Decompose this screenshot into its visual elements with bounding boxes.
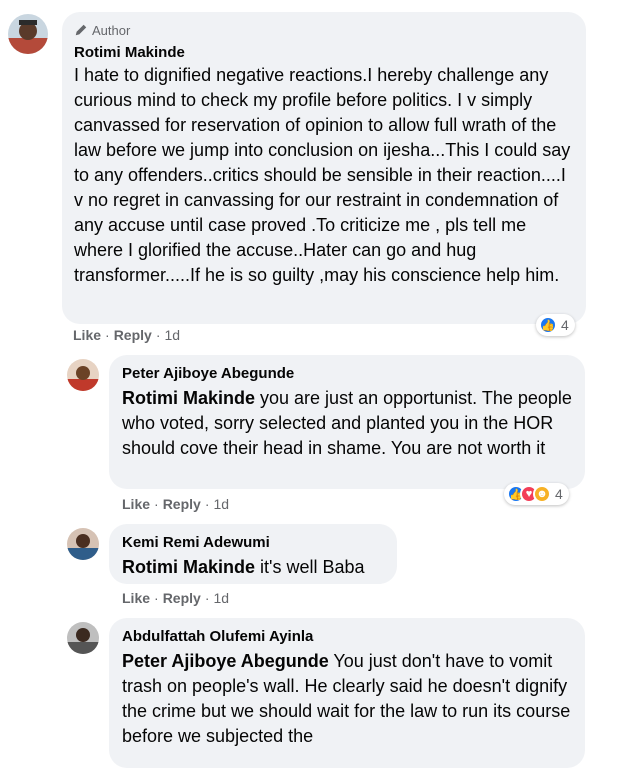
separator: · [155, 327, 161, 343]
avatar[interactable] [67, 622, 99, 654]
comment-actions: Like · Reply · 1d [73, 327, 180, 343]
comment-bubble: Author Rotimi Makinde I hate to dignifie… [62, 12, 586, 324]
reaction-summary[interactable]: 👍 ♥ ☻ 4 [504, 483, 569, 505]
mention-link[interactable]: Rotimi Makinde [122, 557, 255, 577]
comment-author-name[interactable]: Peter Ajiboye Abegunde [122, 364, 572, 384]
avatar[interactable] [67, 528, 99, 560]
comment-bubble: Peter Ajiboye Abegunde Rotimi Makinde yo… [109, 355, 585, 489]
timestamp[interactable]: 1d [213, 496, 229, 512]
avatar-kemi-image [67, 528, 99, 560]
comment-author-name[interactable]: Rotimi Makinde [74, 43, 574, 63]
avatar-rotimi-image [8, 14, 48, 54]
reply-button[interactable]: Reply [163, 496, 201, 512]
avatar[interactable] [8, 14, 48, 54]
like-button[interactable]: Like [73, 327, 101, 343]
comment-actions: Like · Reply · 1d [122, 590, 229, 606]
comment-author-name[interactable]: Kemi Remi Adewumi [122, 533, 384, 553]
avatar-abdulfattah-image [67, 622, 99, 654]
author-badge-label: Author [92, 22, 131, 38]
comment-bubble: Kemi Remi Adewumi Rotimi Makinde it's we… [109, 524, 397, 584]
timestamp[interactable]: 1d [213, 590, 229, 606]
separator: · [154, 590, 159, 606]
reply-button[interactable]: Reply [114, 327, 152, 343]
comment-bubble: Abdulfattah Olufemi Ayinla Peter Ajiboye… [109, 618, 585, 768]
comment-author-name[interactable]: Abdulfattah Olufemi Ayinla [122, 627, 572, 647]
separator: · [204, 590, 210, 606]
reaction-count: 4 [555, 486, 563, 502]
reaction-count: 4 [561, 317, 569, 333]
mention-link[interactable]: Rotimi Makinde [122, 388, 255, 408]
haha-reaction-icon: ☻ [533, 485, 551, 503]
like-reaction-icon: 👍 [539, 316, 557, 334]
reaction-summary[interactable]: 👍 4 [536, 314, 575, 336]
timestamp[interactable]: 1d [164, 327, 180, 343]
like-button[interactable]: Like [122, 496, 150, 512]
comment-actions: Like · Reply · 1d [122, 496, 229, 512]
comment-body: it's well Baba [255, 557, 365, 577]
mention-link[interactable]: Peter Ajiboye Abegunde [122, 651, 329, 671]
reply-button[interactable]: Reply [163, 590, 201, 606]
comment-text: I hate to dignified negative reactions.I… [74, 65, 571, 285]
comment-text: Rotimi Makinde you are just an opportuni… [122, 386, 572, 461]
pencil-icon [75, 24, 87, 36]
separator: · [204, 496, 210, 512]
separator: · [154, 496, 159, 512]
author-badge: Author [74, 21, 574, 39]
avatar-peter-image [67, 359, 99, 391]
comment-text: Rotimi Makinde it's well Baba [122, 555, 384, 580]
separator: · [105, 327, 110, 343]
comment-text: Peter Ajiboye Abegunde You just don't ha… [122, 649, 572, 749]
like-button[interactable]: Like [122, 590, 150, 606]
avatar[interactable] [67, 359, 99, 391]
